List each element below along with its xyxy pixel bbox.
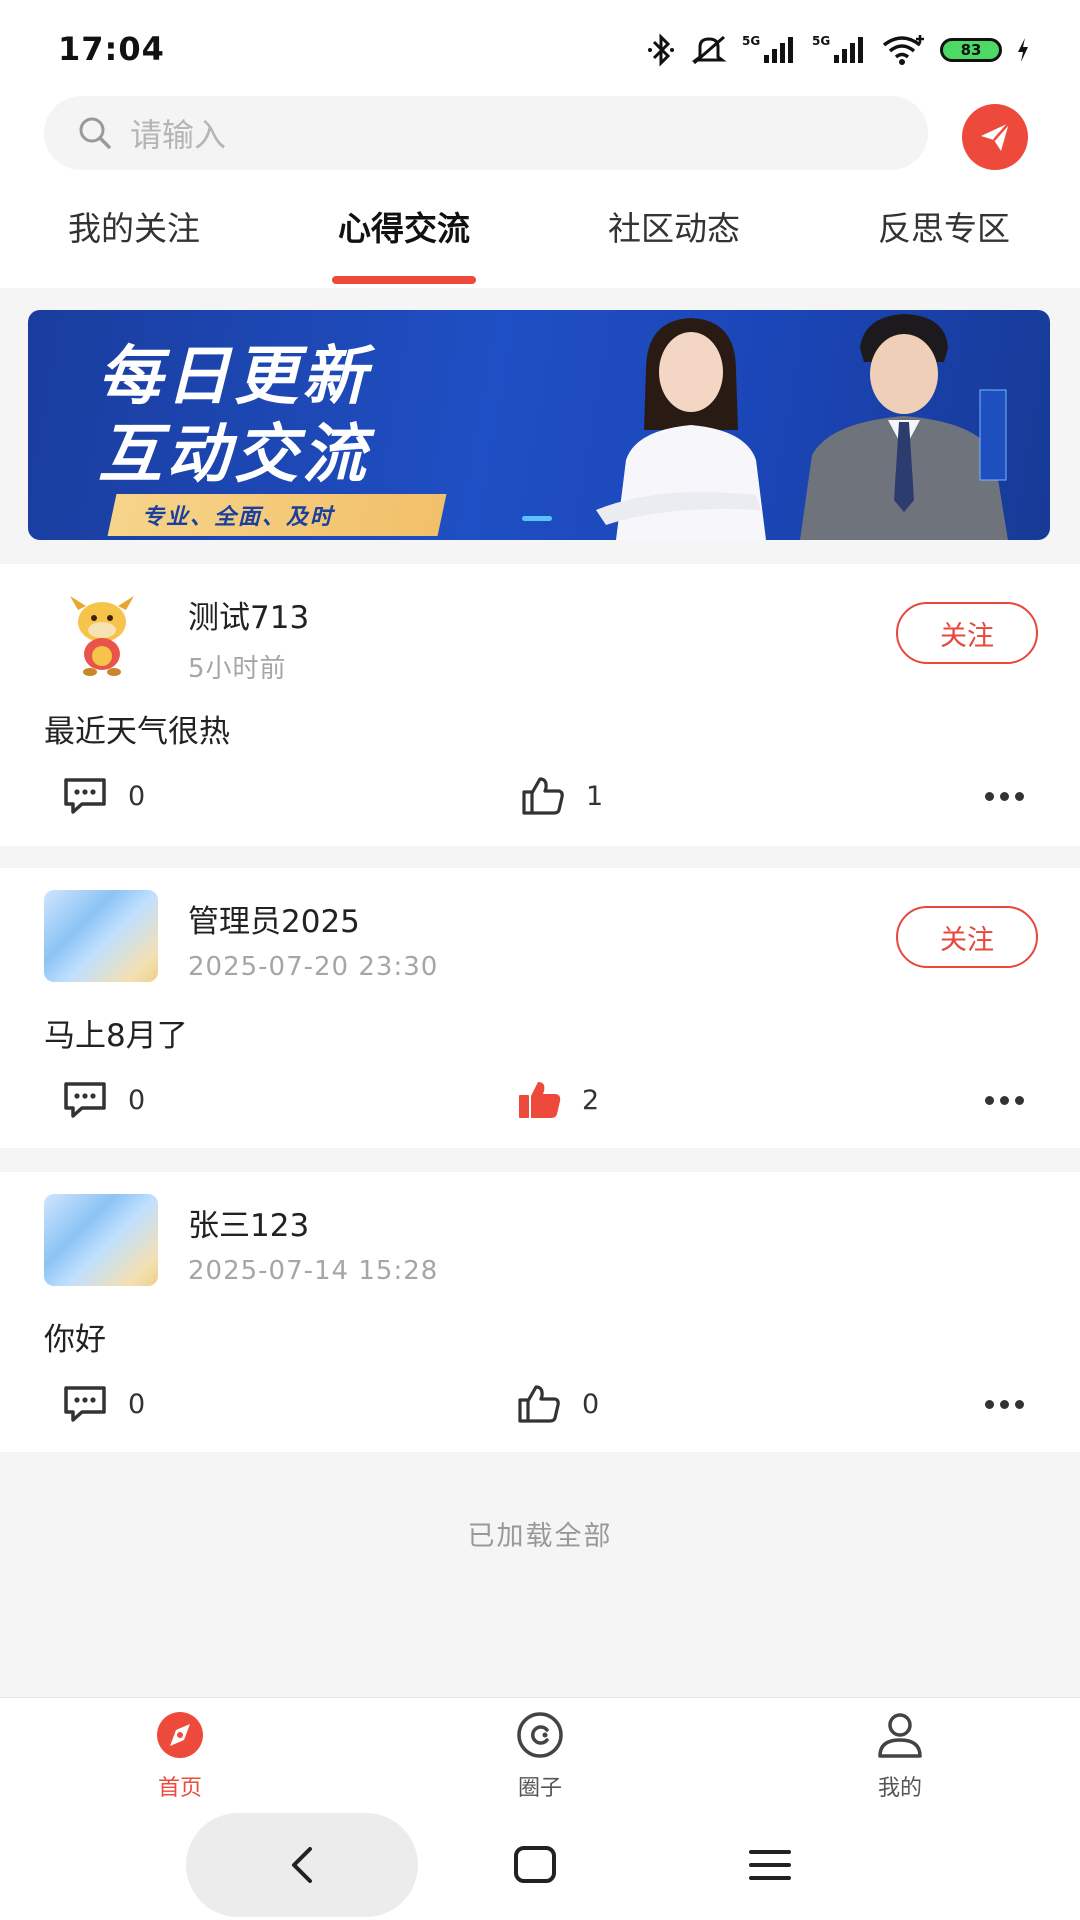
post-username[interactable]: 管理员2025 bbox=[188, 896, 360, 941]
follow-button[interactable]: 关注 bbox=[896, 602, 1038, 664]
back-button[interactable] bbox=[186, 1813, 418, 1917]
app-screen: 17:04 5G 5G 83 请输入 我的关注 心得交流 社区动态 反思专区 每… bbox=[0, 0, 1080, 1920]
home-square-icon[interactable] bbox=[512, 1845, 558, 1885]
thumbs-up-filled-icon bbox=[519, 1082, 561, 1118]
like-count: 1 bbox=[586, 780, 604, 812]
comment-icon bbox=[64, 778, 106, 814]
thumbs-up-icon bbox=[522, 777, 564, 815]
avatar[interactable] bbox=[44, 1194, 158, 1286]
system-navigation-bar bbox=[0, 1809, 1080, 1920]
nav-mine-label: 我的 bbox=[877, 1776, 922, 1801]
comment-action[interactable]: 0 bbox=[62, 1080, 145, 1120]
banner-title-line2: 互动交流 bbox=[98, 418, 370, 492]
comment-icon bbox=[64, 1386, 106, 1422]
tab-experience-exchange[interactable]: 心得交流 bbox=[304, 202, 504, 250]
comment-count: 0 bbox=[128, 780, 146, 812]
cow-mascot-icon bbox=[70, 596, 134, 676]
search-icon bbox=[79, 117, 111, 149]
category-tabs: 我的关注 心得交流 社区动态 反思专区 bbox=[0, 202, 1080, 282]
like-count: 2 bbox=[582, 1084, 600, 1116]
tab-reflection-zone[interactable]: 反思专区 bbox=[844, 202, 1044, 250]
like-action[interactable]: 2 bbox=[516, 1080, 599, 1120]
nav-home[interactable]: 首页 bbox=[100, 1710, 260, 1802]
avatar[interactable] bbox=[56, 586, 148, 678]
bottom-navigation: 首页 圈子 我的 bbox=[0, 1697, 1080, 1809]
more-options-icon[interactable] bbox=[985, 1096, 1024, 1105]
status-icons: 5G 5G 83 bbox=[646, 32, 1030, 68]
thumbs-up-icon bbox=[518, 1385, 560, 1423]
banner-man-image bbox=[800, 314, 1008, 540]
back-chevron-icon bbox=[292, 1847, 312, 1883]
nav-circle[interactable]: 圈子 bbox=[460, 1710, 620, 1802]
post-username[interactable]: 测试713 bbox=[188, 592, 309, 637]
signal-5g-icon: 5G bbox=[742, 34, 793, 63]
comment-action[interactable]: 0 bbox=[62, 1384, 145, 1424]
post-username[interactable]: 张三123 bbox=[188, 1200, 309, 1245]
battery-level: 83 bbox=[960, 41, 982, 59]
like-action[interactable]: 0 bbox=[516, 1384, 599, 1424]
banner-tag: 专业、全面、及时 bbox=[107, 494, 447, 536]
banner-title: 每日更新 互动交流 bbox=[98, 338, 370, 494]
comment-icon bbox=[64, 1082, 106, 1118]
like-count: 0 bbox=[582, 1388, 600, 1420]
status-time: 17:04 bbox=[58, 30, 165, 68]
promo-banner[interactable]: 每日更新 互动交流 专业、全面、及时 bbox=[28, 310, 1050, 540]
signal-5g-icon: 5G bbox=[812, 34, 863, 63]
comment-count: 0 bbox=[128, 1084, 146, 1116]
search-input[interactable]: 请输入 bbox=[44, 96, 928, 170]
post-card[interactable]: 测试713 5小时前 关注 最近天气很热 0 1 bbox=[0, 564, 1080, 846]
circle-icon bbox=[517, 1712, 563, 1758]
compass-icon bbox=[157, 1712, 203, 1758]
send-button[interactable] bbox=[962, 104, 1028, 170]
post-content[interactable]: 你好 bbox=[44, 1314, 106, 1359]
user-icon bbox=[878, 1713, 922, 1758]
loaded-all-text: 已加载全部 bbox=[467, 1521, 613, 1552]
bluetooth-icon bbox=[648, 33, 674, 67]
post-time: 2025-07-20 23:30 bbox=[188, 952, 439, 982]
svg-text:5G: 5G bbox=[812, 34, 830, 48]
mute-icon bbox=[691, 35, 727, 65]
comment-count: 0 bbox=[128, 1388, 146, 1420]
post-content[interactable]: 马上8月了 bbox=[44, 1010, 188, 1055]
tab-my-follow[interactable]: 我的关注 bbox=[34, 202, 234, 250]
post-card[interactable]: 张三123 2025-07-14 15:28 你好 0 0 bbox=[0, 1172, 1080, 1452]
post-time: 5小时前 bbox=[188, 654, 287, 684]
header: 请输入 我的关注 心得交流 社区动态 反思专区 bbox=[0, 92, 1080, 288]
like-action[interactable]: 1 bbox=[520, 776, 603, 816]
nav-mine[interactable]: 我的 bbox=[820, 1710, 980, 1802]
banner-title-line1: 每日更新 bbox=[98, 340, 370, 414]
search-placeholder: 请输入 bbox=[130, 116, 227, 154]
follow-button[interactable]: 关注 bbox=[896, 906, 1038, 968]
banner-page-indicator bbox=[522, 516, 552, 521]
send-icon bbox=[981, 122, 1010, 151]
post-content[interactable]: 最近天气很热 bbox=[44, 706, 230, 751]
nav-home-label: 首页 bbox=[157, 1776, 202, 1801]
battery-icon: 83 bbox=[940, 38, 1002, 62]
charging-icon bbox=[1018, 38, 1028, 62]
banner-tag-text: 专业、全面、及时 bbox=[142, 505, 335, 530]
more-options-icon[interactable] bbox=[985, 1400, 1024, 1409]
post-card[interactable]: 管理员2025 2025-07-20 23:30 关注 马上8月了 0 2 bbox=[0, 868, 1080, 1148]
status-bar: 17:04 5G 5G 83 bbox=[0, 0, 1080, 92]
menu-icon[interactable] bbox=[748, 1847, 792, 1883]
tab-community-news[interactable]: 社区动态 bbox=[574, 202, 774, 250]
nav-circle-label: 圈子 bbox=[517, 1776, 562, 1801]
post-time: 2025-07-14 15:28 bbox=[188, 1256, 439, 1286]
wifi-icon bbox=[882, 35, 924, 65]
avatar[interactable] bbox=[44, 890, 158, 982]
comment-action[interactable]: 0 bbox=[62, 776, 145, 816]
more-options-icon[interactable] bbox=[985, 792, 1024, 801]
tab-active-indicator bbox=[332, 276, 476, 284]
svg-text:5G: 5G bbox=[742, 34, 760, 48]
